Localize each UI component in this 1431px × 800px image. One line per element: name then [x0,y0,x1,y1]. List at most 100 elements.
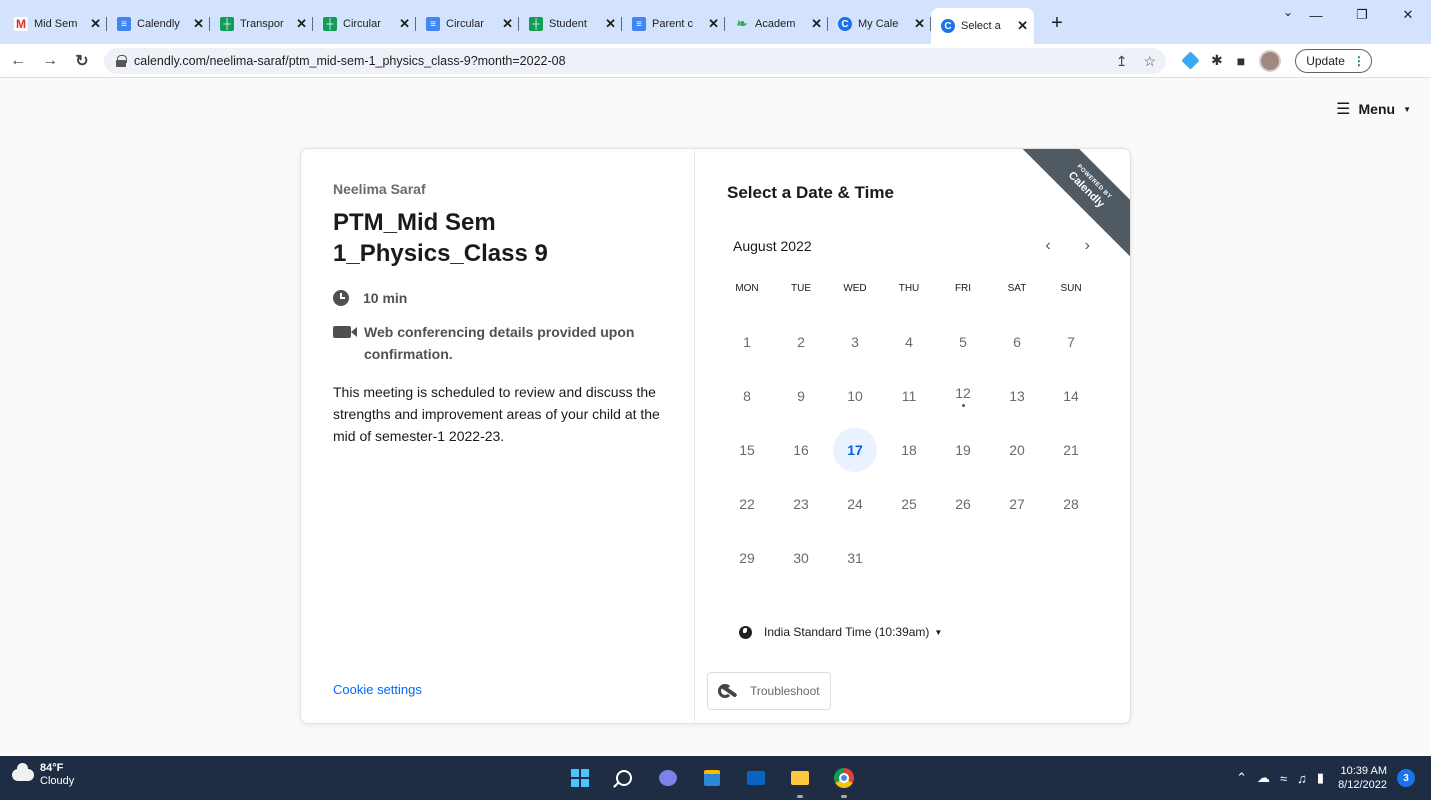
browser-tab[interactable]: ≡ Circular ✕ [416,8,519,40]
caret-down-icon: ▼ [934,627,943,637]
restore-icon[interactable]: ❐ [1339,0,1385,30]
store-icon[interactable] [698,764,726,792]
gmail-icon: M [14,17,28,31]
calendar-day: 1 [720,315,774,369]
tab-close-icon[interactable]: ✕ [296,16,307,32]
extensions-area: ✱ ■ Update ⋮ [1181,48,1372,73]
tab-title: Circular [446,18,484,30]
tab-title: Parent c [652,18,693,30]
mail-icon[interactable] [742,764,770,792]
system-clock[interactable]: 10:39 AM 8/12/2022 [1338,764,1387,792]
browser-tab[interactable]: M Mid Sem ✕ [4,8,107,40]
browser-tab[interactable]: C My Cale ✕ [828,8,931,40]
browser-tab[interactable]: ❧ Academ ✕ [725,8,828,40]
tab-title: Academ [755,18,796,30]
browser-tab[interactable]: ┼ Student ✕ [519,8,622,40]
minimize-icon[interactable]: — [1293,0,1339,30]
tab-close-icon[interactable]: ✕ [399,16,410,32]
calendar-day: 22 [720,477,774,531]
share-icon[interactable]: ↥ [1116,53,1128,70]
weekday-header: FRI [954,283,972,294]
side-panel-icon[interactable]: ■ [1237,53,1245,69]
chrome-icon[interactable] [830,764,858,798]
browser-tab[interactable]: ≡ Calendly ✕ [107,8,210,40]
calendar-day: 12 [936,369,990,423]
day-number: 17 [833,428,877,472]
start-icon[interactable] [566,764,594,792]
day-number: 23 [793,496,809,512]
menu-button[interactable]: ☰ Menu ▼ [1336,99,1411,119]
day-number: 5 [959,334,967,350]
wifi-icon[interactable]: ≈ [1280,771,1287,786]
calendar-day-selected[interactable]: 17 [828,423,882,477]
weekday-header: THU [898,283,920,294]
url-text[interactable]: calendly.com/neelima-saraf/ptm_mid-sem-1… [134,54,566,68]
day-number: 2 [797,334,805,350]
network-icon[interactable]: ☁ [1257,770,1270,786]
tab-close-icon[interactable]: ✕ [914,16,925,32]
tab-title: Student [549,18,587,30]
browser-tab[interactable]: ┼ Circular ✕ [313,8,416,40]
teams-chat-icon[interactable] [654,764,682,792]
volume-icon[interactable]: ♫ [1297,771,1307,786]
tab-close-icon[interactable]: ✕ [502,16,513,32]
close-window-icon[interactable]: ✕ [1385,0,1431,30]
calendar-day: 31 [828,531,882,585]
tab-search-icon[interactable]: ⌄ [1283,5,1293,19]
browser-tab[interactable]: ┼ Transpor ✕ [210,8,313,40]
extension-diamond-icon[interactable] [1181,51,1200,70]
day-number: 3 [851,334,859,350]
new-tab-button[interactable]: + [1042,8,1072,38]
day-number: 24 [847,496,863,512]
file-explorer-icon[interactable] [786,764,814,798]
tab-close-icon[interactable]: ✕ [605,16,616,32]
browser-tab[interactable]: C Select a ✕ [931,8,1034,44]
search-icon[interactable] [610,764,638,792]
notification-badge[interactable]: 3 [1397,769,1415,787]
cookie-settings-link[interactable]: Cookie settings [333,682,422,697]
weekday-header: WED [843,283,867,294]
calendar-day: 7 [1044,315,1098,369]
calendar-day: 2 [774,315,828,369]
forward-icon[interactable]: → [36,47,64,75]
address-bar[interactable]: calendly.com/neelima-saraf/ptm_mid-sem-1… [104,47,1166,74]
tab-close-icon[interactable]: ✕ [708,16,719,32]
update-label: Update [1306,53,1345,68]
profile-avatar[interactable] [1259,49,1282,72]
date-picker-panel: POWERED BY Calendly Select a Date & Time… [695,149,1130,723]
day-number: 4 [905,334,913,350]
timezone-selector[interactable]: India Standard Time (10:39am) ▼ [739,625,942,639]
calendar-day: 10 [828,369,882,423]
weather-widget[interactable]: 84°F Cloudy [12,762,74,788]
calendar-day: 18 [882,423,936,477]
lock-icon[interactable] [116,54,127,67]
reload-icon[interactable]: ↻ [68,47,96,75]
tab-close-icon[interactable]: ✕ [193,16,204,32]
battery-icon[interactable]: ▮ [1317,770,1324,786]
browser-tab[interactable]: ≡ Parent c ✕ [622,8,725,40]
tab-close-icon[interactable]: ✕ [811,16,822,32]
tab-list: M Mid Sem ✕ ≡ Calendly ✕ ┼ Transpor ✕ ┼ Circular ✕ ≡… [0,0,1034,44]
day-number: 13 [1009,388,1025,404]
calendar-grid: MON TUE WED THU FRI SAT SUN 1 2 3 4 5 6 7 8 9 10 11 12 13 14… [720,279,1098,585]
troubleshoot-button[interactable]: Troubleshoot [707,672,831,710]
window-controls: — ❐ ✕ [1293,0,1431,30]
bookmark-star-icon[interactable]: ☆ [1143,53,1156,70]
update-button[interactable]: Update ⋮ [1295,48,1372,73]
tab-close-icon[interactable]: ✕ [90,16,101,32]
wrench-icon [718,684,740,698]
weather-condition: Cloudy [40,775,75,787]
powered-by-ribbon[interactable]: POWERED BY Calendly [1020,149,1130,259]
ribbon-brand: Calendly [1065,169,1107,211]
day-number: 29 [739,550,755,566]
duration-text: 10 min [363,290,408,306]
calendar-day: 8 [720,369,774,423]
show-hidden-icons-icon[interactable]: ⌃ [1236,770,1247,786]
calendar-day: 13 [990,369,1044,423]
extensions-puzzle-icon[interactable]: ✱ [1211,52,1223,69]
calendar-day: 23 [774,477,828,531]
day-number: 6 [1013,334,1021,350]
back-icon[interactable]: ← [4,47,32,75]
tab-close-icon[interactable]: ✕ [1017,18,1028,34]
month-label: August 2022 [733,238,812,254]
